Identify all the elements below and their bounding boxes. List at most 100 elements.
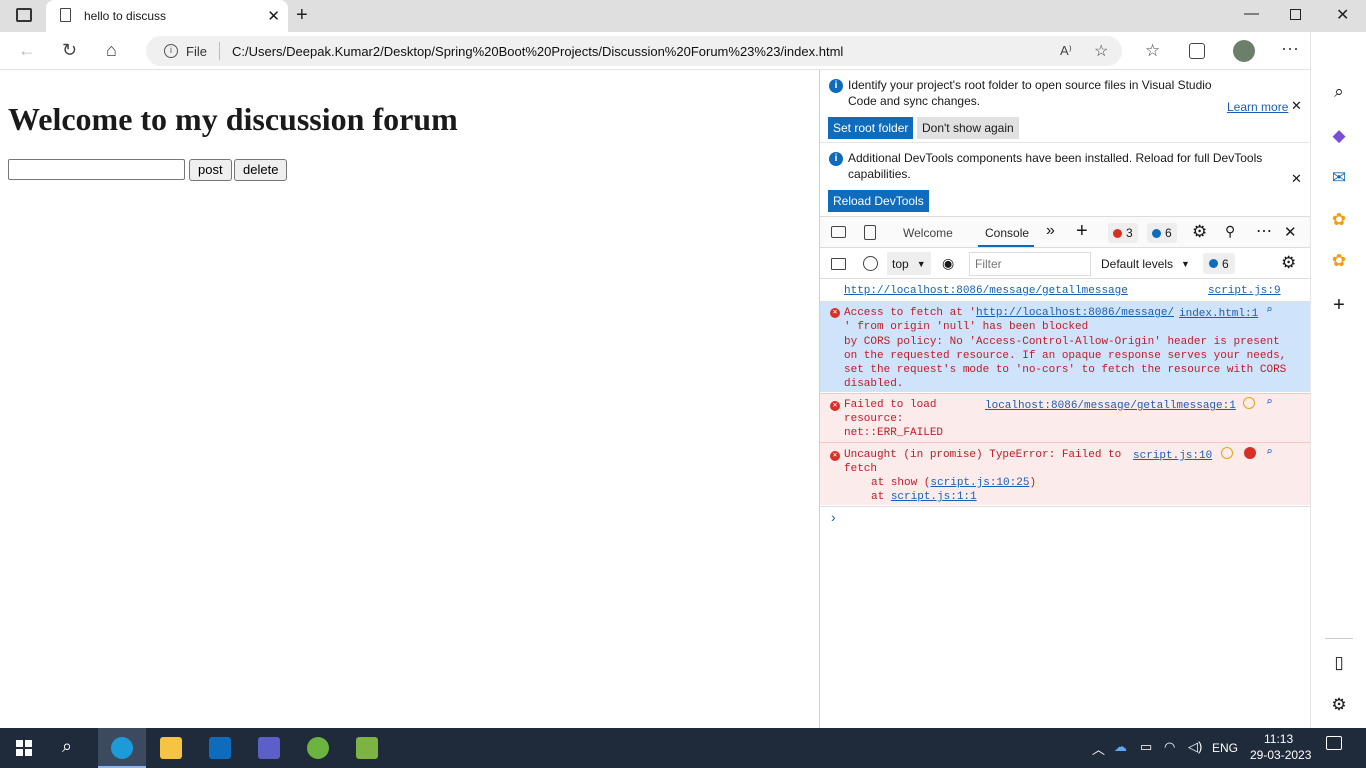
outlook-taskbar-icon[interactable] <box>209 737 231 759</box>
close-tab-icon[interactable]: ✕ <box>267 7 280 25</box>
new-tab-icon[interactable]: + <box>296 4 308 27</box>
reload-devtools-button[interactable]: Reload DevTools <box>828 190 929 212</box>
info-icon[interactable]: i <box>164 44 178 58</box>
teams-icon[interactable] <box>258 737 280 759</box>
address-bar[interactable]: i File C:/Users/Deepak.Kumar2/Desktop/Sp… <box>146 36 1122 66</box>
delete-button[interactable]: delete <box>234 159 288 181</box>
console-issue-badge[interactable]: 6 <box>1203 253 1235 274</box>
message-source[interactable]: script.js:10 <box>1133 449 1212 463</box>
customize-icon[interactable]: ⚲ <box>1225 223 1235 240</box>
read-aloud-icon[interactable]: A⁾ <box>1060 43 1072 59</box>
shopping-icon[interactable]: ◆ <box>1329 126 1349 146</box>
battery-icon[interactable]: ▭ <box>1140 739 1152 755</box>
more-tabs-icon[interactable]: » <box>1046 222 1055 240</box>
settings-gear-icon[interactable]: ⚙ <box>1192 222 1207 242</box>
stack-link[interactable]: script.js:10:25 <box>930 477 1029 489</box>
favorites-icon[interactable]: ☆ <box>1145 41 1160 61</box>
error-count: 3 <box>1126 226 1133 240</box>
url-text[interactable]: C:/Users/Deepak.Kumar2/Desktop/Spring%20… <box>232 44 843 59</box>
tab-actions-icon[interactable] <box>16 8 32 22</box>
close-window-icon[interactable]: ✕ <box>1336 5 1349 25</box>
message-source[interactable]: index.html:1 <box>1179 307 1258 321</box>
split-screen-icon[interactable]: ▯ <box>1329 653 1349 673</box>
cors-url[interactable]: http://localhost:8086/message/getallmess… <box>976 306 1174 320</box>
message-input[interactable] <box>8 159 185 180</box>
set-root-folder-button[interactable]: Set root folder <box>828 117 914 139</box>
start-icon[interactable] <box>16 740 32 756</box>
context-select[interactable]: top ▼ <box>887 252 931 275</box>
message-url[interactable]: http://localhost:8086/message/getallmess… <box>844 284 1128 298</box>
clear-console-icon[interactable] <box>863 256 878 271</box>
browser-tab[interactable]: hello to discuss ✕ <box>46 0 288 32</box>
back-icon[interactable]: ← <box>18 40 36 61</box>
sidebar-toggle-icon[interactable] <box>831 258 846 270</box>
console-settings-icon[interactable]: ⚙ <box>1281 253 1296 273</box>
issue-count: 6 <box>1222 256 1229 271</box>
minimize-icon[interactable]: — <box>1244 5 1259 22</box>
live-expression-icon[interactable]: ◉ <box>942 255 954 272</box>
search-icon[interactable]: ⌕ <box>1266 446 1273 460</box>
network-icon[interactable] <box>1243 397 1255 409</box>
load-line-1: Failed to load <box>844 399 937 411</box>
close-error-icon[interactable] <box>1244 447 1256 459</box>
close-infobar-icon[interactable]: ✕ <box>1291 171 1302 187</box>
taskbar-search-icon[interactable]: ⌕ <box>62 736 72 757</box>
outlook-icon[interactable]: ✉ <box>1329 168 1349 188</box>
close-infobar-icon[interactable]: ✕ <box>1291 98 1302 114</box>
clock-date[interactable]: 29-03-2023 <box>1250 748 1311 762</box>
more-options-icon[interactable]: ··· <box>1281 38 1299 59</box>
refresh-icon[interactable]: ↻ <box>62 40 77 61</box>
error-icon <box>1113 228 1122 238</box>
app-icon[interactable]: ✿ <box>1329 210 1349 230</box>
console-prompt[interactable]: › <box>820 506 1310 528</box>
add-icon[interactable]: + <box>1329 294 1349 317</box>
spring-tools-icon[interactable] <box>307 737 329 759</box>
add-favorite-icon[interactable]: ☆ <box>1094 41 1108 61</box>
message-source[interactable]: localhost:8086/message/getallmessage:1 <box>985 399 1236 413</box>
app-icon[interactable]: ✿ <box>1329 251 1349 271</box>
console-filter-input[interactable] <box>969 252 1091 276</box>
profile-avatar[interactable] <box>1233 40 1255 62</box>
language-indicator[interactable]: ENG <box>1212 741 1238 755</box>
issue-count: 6 <box>1165 226 1172 240</box>
tab-welcome[interactable]: Welcome <box>903 226 953 240</box>
volume-icon[interactable]: ◁) <box>1188 739 1202 755</box>
devtools-more-icon[interactable]: ⋯ <box>1256 221 1272 241</box>
dont-show-again-button[interactable]: Don't show again <box>917 117 1019 139</box>
info-icon: i <box>829 152 843 166</box>
collections-icon[interactable] <box>1189 43 1205 59</box>
post-button[interactable]: post <box>189 159 232 181</box>
console-error-promise: ✕ Uncaught (in promise) TypeError: Faile… <box>820 442 1310 505</box>
infobar-reload: i Additional DevTools components have be… <box>820 142 1310 216</box>
edge-icon[interactable] <box>111 737 133 759</box>
infobar-reload-text: Additional DevTools components have been… <box>848 151 1263 181</box>
device-emulation-icon[interactable] <box>864 225 876 240</box>
file-explorer-icon[interactable] <box>160 737 182 759</box>
error-count-badge[interactable]: 3 <box>1108 223 1138 243</box>
inspect-icon[interactable] <box>831 226 846 238</box>
wifi-icon[interactable]: ◠ <box>1164 739 1175 755</box>
search-icon[interactable]: ⌕ <box>1266 304 1273 318</box>
notifications-icon[interactable] <box>1326 736 1342 750</box>
network-icon[interactable] <box>1221 447 1233 459</box>
stack-link[interactable]: script.js:1:1 <box>891 491 977 503</box>
stack-line-2: at script.js:1:1 <box>871 490 977 504</box>
home-icon[interactable]: ⌂ <box>106 40 117 61</box>
notepad-icon[interactable] <box>356 737 378 759</box>
tray-chevron-icon[interactable]: ︿ <box>1092 739 1105 758</box>
tab-console[interactable]: Console <box>985 226 1029 240</box>
issue-count-badge[interactable]: 6 <box>1147 223 1177 243</box>
log-levels-select[interactable]: Default levels ▼ <box>1101 257 1190 271</box>
restore-icon[interactable] <box>1290 9 1301 20</box>
learn-more-link[interactable]: Learn more <box>1227 100 1288 114</box>
add-tab-icon[interactable]: + <box>1076 220 1088 243</box>
search-icon[interactable]: ⌕ <box>1266 396 1273 410</box>
search-icon[interactable]: ⌕ <box>1329 82 1349 102</box>
clock-time[interactable]: 11:13 <box>1264 732 1293 746</box>
close-devtools-icon[interactable]: ✕ <box>1284 223 1297 241</box>
devtools-tab-bar: Welcome Console » + 3 6 ⚙ ⚲ ⋯ ✕ <box>820 216 1310 248</box>
sidebar-settings-icon[interactable]: ⚙ <box>1329 695 1349 715</box>
context-value: top <box>892 256 909 271</box>
onedrive-icon[interactable]: ☁ <box>1114 739 1127 755</box>
message-source[interactable]: script.js:9 <box>1208 284 1281 298</box>
